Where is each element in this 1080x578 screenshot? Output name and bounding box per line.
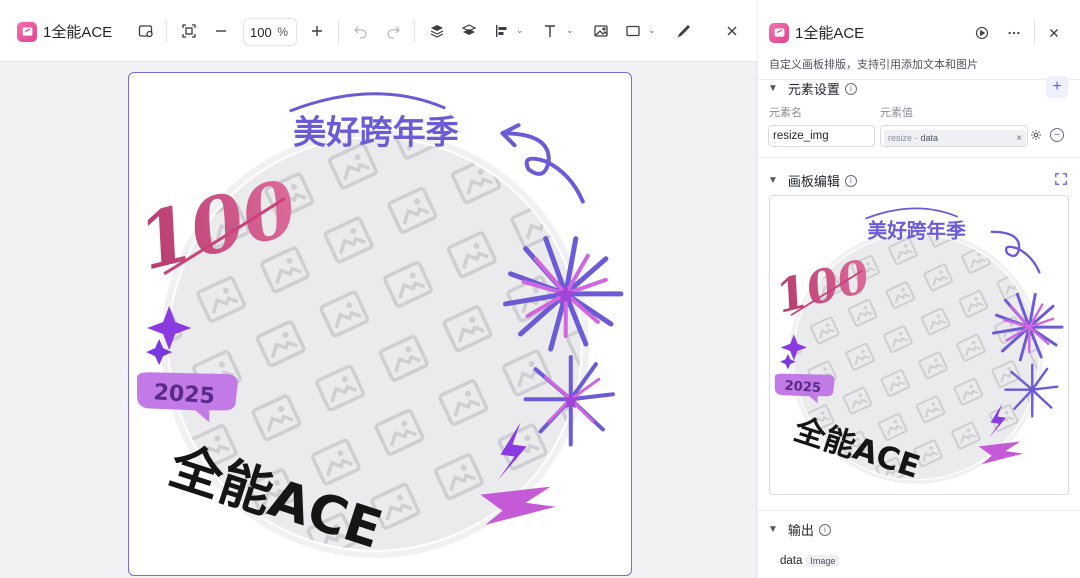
board-settings-icon[interactable] [136, 21, 156, 41]
element-value-field[interactable]: resize - data × [880, 125, 1028, 147]
output-type-badge: Image [806, 555, 840, 567]
info-icon[interactable]: i [844, 174, 857, 187]
redo-icon[interactable] [383, 21, 403, 41]
info-icon[interactable]: i [818, 523, 831, 536]
panel-title-text: 1全能ACE [795, 25, 865, 42]
editor-app-name: 1全能ACE [43, 24, 113, 41]
value-tag-prefix: resize - [888, 133, 918, 143]
element-name-input[interactable]: resize_img [768, 125, 875, 147]
expand-icon[interactable] [1054, 172, 1068, 186]
element-name-label: 元素名 [769, 107, 802, 119]
editor-brand: 1全能ACE [17, 21, 112, 42]
panel-header: 1全能ACE 自定义画板排版，支持引用添加文本和图片 [758, 0, 1080, 80]
text-dropdown-chevron-icon[interactable]: ⌄ [566, 25, 574, 36]
shape-tool-icon[interactable] [623, 21, 643, 41]
zoom-unit: % [277, 25, 288, 39]
undo-icon[interactable] [351, 21, 371, 41]
pen-tool-icon[interactable] [674, 21, 694, 41]
align-icon[interactable] [492, 21, 512, 41]
value-tag-name: data [920, 133, 939, 143]
collapse-chevron-icon: ▼ [768, 83, 778, 94]
run-icon[interactable] [973, 24, 991, 42]
panel-title: 1全能ACE [769, 22, 864, 43]
remove-tag-icon[interactable]: × [1016, 133, 1022, 144]
collapse-chevron-icon: ▼ [768, 524, 778, 535]
element-value-label: 元素值 [880, 107, 913, 119]
output-title: 输出 [787, 523, 814, 538]
output-header[interactable]: ▼ 输出 i [768, 520, 831, 539]
align-dropdown-chevron-icon[interactable]: ⌄ [516, 25, 524, 36]
add-element-button[interactable]: + [1046, 76, 1068, 98]
value-reference-tag: resize - data × [884, 130, 1026, 146]
element-settings-title: 元素设置 [787, 82, 840, 97]
fit-screen-icon[interactable] [179, 21, 199, 41]
board-canvas[interactable]: 美好跨年季 100 2025 全能ACE [128, 72, 632, 576]
artwork-main: 美好跨年季 100 2025 全能ACE [129, 92, 624, 561]
zoom-input[interactable]: 100 % [243, 18, 297, 46]
output-item: data Image [780, 555, 840, 567]
bring-forward-icon[interactable] [427, 21, 447, 41]
collapse-chevron-icon: ▼ [768, 175, 778, 186]
artwork-preview: 美好跨年季 100 2025 全能ACE [770, 207, 1064, 486]
gear-icon[interactable] [1028, 127, 1044, 143]
remove-element-button[interactable]: − [1050, 128, 1064, 142]
close-panel-icon[interactable] [1045, 24, 1063, 42]
headline-text: 美好跨年季 [293, 112, 459, 151]
board-edit-title: 画板编辑 [787, 174, 840, 189]
board-editor: 1全能ACE 100 % ⌄ ⌄ ⌄ 美好跨年季 100 2025 全能ACE [0, 0, 757, 578]
preview-headline-text: 美好跨年季 [867, 220, 966, 243]
panel-description: 自定义画板排版，支持引用添加文本和图片 [769, 59, 978, 71]
element-settings-header[interactable]: ▼ 元素设置 i [768, 79, 857, 98]
output-item-name: data [780, 555, 803, 567]
settings-panel: 1全能ACE 自定义画板排版，支持引用添加文本和图片 ▼ 元素设置 i + 元素… [758, 0, 1080, 578]
info-icon[interactable]: i [844, 82, 857, 95]
zoom-out-icon[interactable] [211, 21, 231, 41]
editor-toolbar: 1全能ACE 100 % ⌄ ⌄ ⌄ [0, 0, 757, 62]
shape-dropdown-chevron-icon[interactable]: ⌄ [648, 25, 656, 36]
zoom-in-icon[interactable] [307, 21, 327, 41]
app-logo-icon [17, 21, 37, 42]
close-editor-icon[interactable] [722, 21, 742, 41]
board-preview[interactable]: 美好跨年季 100 2025 全能ACE [769, 195, 1069, 495]
more-icon[interactable] [1005, 24, 1023, 42]
preview-year-text: 2025 [784, 379, 821, 397]
year-text: 2025 [153, 380, 216, 409]
zoom-value: 100 [250, 24, 272, 40]
panel-logo-icon [769, 22, 789, 43]
image-tool-icon[interactable] [591, 21, 611, 41]
board-edit-header[interactable]: ▼ 画板编辑 i [768, 171, 857, 190]
send-backward-icon[interactable] [459, 21, 479, 41]
text-tool-icon[interactable] [540, 21, 560, 41]
